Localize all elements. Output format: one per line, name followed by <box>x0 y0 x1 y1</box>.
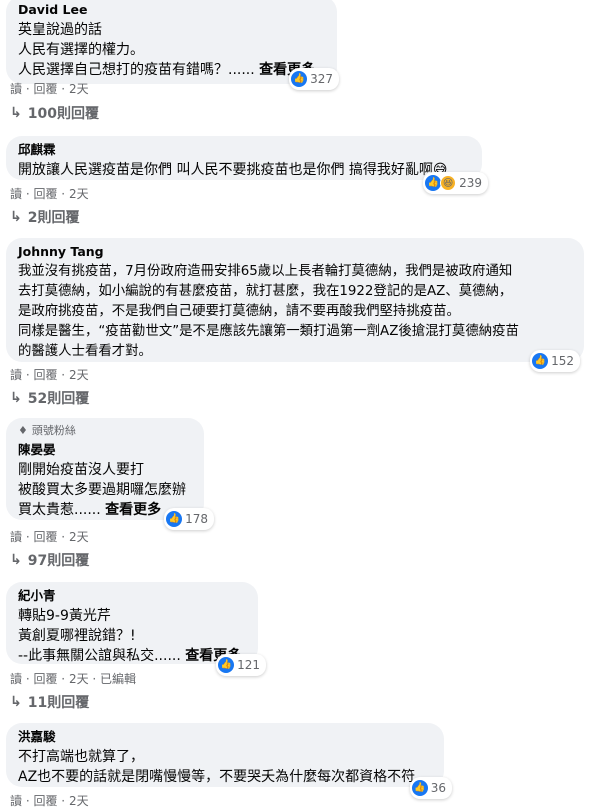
view-replies[interactable]: ↳ 11則回覆 <box>10 692 89 712</box>
read-action[interactable]: 讀 <box>10 672 22 686</box>
reply-action[interactable]: 回覆 <box>33 82 57 96</box>
reply-arrow-icon: ↳ <box>10 552 22 568</box>
top-fan-badge: ♦ 頭號粉絲 <box>18 424 76 437</box>
comment-2: 邱麒霖 開放讓人民選疫苗是你們 叫人民不要挑疫苗也是你們 搞得我好亂啊😅 👍 😆… <box>6 136 488 194</box>
reaction-count: 36 <box>430 781 446 795</box>
comment-bubble: Johnny Tang 我並沒有挑疫苗，7月份政府造冊安排65歲以上長者輪打莫德… <box>6 238 584 372</box>
timestamp[interactable]: 2天 <box>69 82 89 96</box>
comment-actions: 讀 · 回覆 · 2天 · 已編輯 <box>10 672 137 686</box>
comment-author[interactable]: 洪嘉駿 <box>18 729 432 745</box>
comment-text: 英皇說過的話 人民有選擇的權力。 人民選擇自己想打的疫苗有錯嗎？...... 查看更… <box>18 22 316 78</box>
comment-1: David Lee 英皇說過的話 人民有選擇的權力。 人民選擇自己想打的疫苗有錯嗎？… <box>6 0 339 90</box>
replies-count: 100則回覆 <box>27 106 99 122</box>
reaction-summary[interactable]: 👍 152 <box>530 350 580 372</box>
like-icon: 👍 <box>411 780 428 796</box>
comment-actions: 讀 · 回覆 · 2天 <box>10 187 89 201</box>
comment-author[interactable]: 紀小青 <box>18 588 246 604</box>
comment-author[interactable]: David Lee <box>18 2 325 18</box>
timestamp[interactable]: 2天 <box>69 368 89 382</box>
comment-author[interactable]: Johnny Tang <box>18 244 578 260</box>
comment-actions: 讀 · 回覆 · 2天 <box>10 530 89 544</box>
like-icon: 👍 <box>218 657 235 673</box>
reaction-count: 239 <box>459 176 482 190</box>
replies-count: 11則回覆 <box>27 695 90 711</box>
comment-text: 轉貼9-9黃光芹 黃創夏哪裡說錯？! --此事無關公誼與私交...... 查看更多 <box>18 608 242 664</box>
replies-count: 52則回覆 <box>27 391 90 407</box>
comment-6: 洪嘉駿 不打高端也就算了， AZ也不要的話就是閉嘴慢慢等，不要哭夭為什麼每次都資格… <box>6 723 452 799</box>
reply-action[interactable]: 回覆 <box>33 530 57 544</box>
see-more-link[interactable]: 查看更多 <box>105 502 161 518</box>
comment-bubble: 洪嘉駿 不打高端也就算了， AZ也不要的話就是閉嘴慢慢等，不要哭夭為什麼每次都資格… <box>6 723 452 799</box>
view-replies[interactable]: ↳ 2則回覆 <box>10 207 79 227</box>
comment-text: 不打高端也就算了， AZ也不要的話就是閉嘴慢慢等，不要哭夭為什麼每次都資格不符 <box>18 749 416 785</box>
comment-4: ♦ 頭號粉絲 陳晏晏 剛開始疫苗沒人要打 被酸買太多要過期囉怎麼辦 買太貴惹....… <box>6 418 214 530</box>
timestamp[interactable]: 2天 <box>69 530 89 544</box>
reaction-summary[interactable]: 👍 178 <box>164 508 214 530</box>
comment-text: 開放讓人民選疫苗是你們 叫人民不要挑疫苗也是你們 搞得我好亂啊😅 <box>18 162 448 178</box>
view-replies[interactable]: ↳ 52則回覆 <box>10 388 89 408</box>
replies-count: 97則回覆 <box>27 553 90 569</box>
timestamp[interactable]: 2天 <box>69 794 89 808</box>
read-action[interactable]: 讀 <box>10 530 22 544</box>
read-action[interactable]: 讀 <box>10 794 22 808</box>
comment-text: 我並沒有挑疫苗，7月份政府造冊安排65歲以上長者輪打莫德納，我們是被政府通知 去打… <box>18 264 519 359</box>
timestamp[interactable]: 2天 <box>69 672 89 686</box>
reply-action[interactable]: 回覆 <box>33 794 57 808</box>
like-icon: 👍 <box>166 511 183 527</box>
reply-arrow-icon: ↳ <box>10 390 22 406</box>
reaction-summary[interactable]: 👍 36 <box>409 777 452 799</box>
diamond-icon: ♦ <box>18 424 28 437</box>
reply-action[interactable]: 回覆 <box>33 368 57 382</box>
like-icon: 👍 <box>532 353 549 369</box>
comment-actions: 讀 · 回覆 · 2天 <box>10 794 89 808</box>
read-action[interactable]: 讀 <box>10 368 22 382</box>
comment-actions: 讀 · 回覆 · 2天 <box>10 82 89 96</box>
reply-action[interactable]: 回覆 <box>33 187 57 201</box>
read-action[interactable]: 讀 <box>10 187 22 201</box>
comment-bubble: ♦ 頭號粉絲 陳晏晏 剛開始疫苗沒人要打 被酸買太多要過期囉怎麼辦 買太貴惹....… <box>6 418 214 530</box>
comment-actions: 讀 · 回覆 · 2天 <box>10 368 89 382</box>
like-icon: 👍 <box>291 71 308 87</box>
view-replies[interactable]: ↳ 97則回覆 <box>10 550 89 570</box>
reaction-count: 327 <box>310 72 333 86</box>
reaction-count: 152 <box>551 354 574 368</box>
read-action[interactable]: 讀 <box>10 82 22 96</box>
comment-bubble: 紀小青 轉貼9-9黃光芹 黃創夏哪裡說錯？! --此事無關公誼與私交...... 查… <box>6 582 266 676</box>
reply-arrow-icon: ↳ <box>10 694 22 710</box>
reaction-count: 178 <box>185 512 208 526</box>
reaction-summary[interactable]: 👍 121 <box>216 654 266 676</box>
comment-author[interactable]: 陳晏晏 <box>18 442 192 458</box>
comment-3: Johnny Tang 我並沒有挑疫苗，7月份政府造冊安排65歲以上長者輪打莫德… <box>6 238 584 372</box>
reply-action[interactable]: 回覆 <box>33 672 57 686</box>
view-replies[interactable]: ↳ 100則回覆 <box>10 103 99 123</box>
comment-author[interactable]: 邱麒霖 <box>18 142 470 158</box>
comment-5: 紀小青 轉貼9-9黃光芹 黃創夏哪裡說錯？! --此事無關公誼與私交...... 查… <box>6 582 266 676</box>
reaction-summary[interactable]: 👍 327 <box>289 68 339 90</box>
timestamp[interactable]: 2天 <box>69 187 89 201</box>
comment-bubble: 邱麒霖 開放讓人民選疫苗是你們 叫人民不要挑疫苗也是你們 搞得我好亂啊😅 👍 😆… <box>6 136 488 194</box>
replies-count: 2則回覆 <box>27 210 80 226</box>
reaction-count: 121 <box>237 658 260 672</box>
reply-arrow-icon: ↳ <box>10 105 22 121</box>
comment-bubble: David Lee 英皇說過的話 人民有選擇的權力。 人民選擇自己想打的疫苗有錯嗎？… <box>6 0 339 90</box>
haha-icon: 😆 <box>440 175 457 191</box>
edited-label[interactable]: 已編輯 <box>100 672 136 686</box>
reply-arrow-icon: ↳ <box>10 209 22 225</box>
reaction-summary[interactable]: 👍 😆 239 <box>423 172 488 194</box>
like-icon: 👍 <box>425 175 442 191</box>
